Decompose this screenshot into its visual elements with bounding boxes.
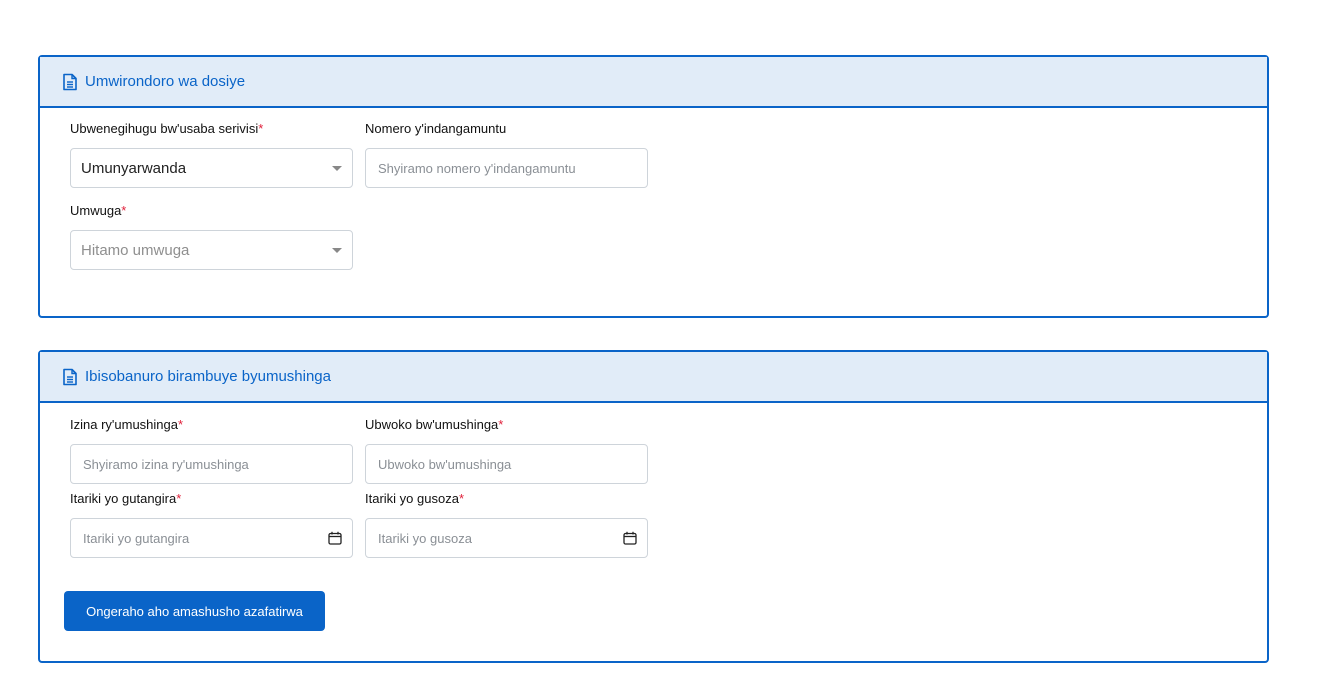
nationality-value: Umunyarwanda (81, 159, 187, 177)
add-photo-locations-button[interactable]: Ongeraho aho amashusho azafatirwa (64, 591, 325, 631)
profession-placeholder: Hitamo umwuga (81, 241, 190, 259)
id-number-placeholder: Shyiramo nomero y'indangamuntu (378, 160, 576, 176)
id-number-input[interactable]: Shyiramo nomero y'indangamuntu (365, 148, 648, 188)
start-date-input[interactable]: Itariki yo gutangira (70, 518, 353, 558)
project-name-label: Izina ry'umushinga* (70, 417, 184, 432)
calendar-icon[interactable] (623, 531, 637, 545)
required-marker: * (121, 203, 127, 218)
start-date-label: Itariki yo gutangira* (70, 491, 182, 506)
file-profile-header: Umwirondoro wa dosiye (40, 57, 1267, 108)
project-name-input[interactable]: Shyiramo izina ry'umushinga (70, 444, 353, 484)
document-icon (62, 368, 78, 386)
end-date-placeholder: Itariki yo gusoza (378, 530, 472, 546)
required-marker: * (258, 121, 264, 136)
project-type-label: Ubwoko bw'umushinga* (365, 417, 504, 432)
profession-select[interactable]: Hitamo umwuga (70, 230, 353, 270)
project-type-placeholder: Ubwoko bw'umushinga (378, 456, 512, 472)
nationality-label: Ubwenegihugu bw'usaba serivisi* (70, 121, 264, 136)
end-date-label: Itariki yo gusoza* (365, 491, 464, 506)
caret-down-icon (332, 248, 342, 253)
nationality-select[interactable]: Umunyarwanda (70, 148, 353, 188)
profession-label: Umwuga* (70, 203, 127, 218)
required-marker: * (458, 491, 464, 506)
required-marker: * (498, 417, 504, 432)
caret-down-icon (332, 166, 342, 171)
start-date-placeholder: Itariki yo gutangira (83, 530, 190, 546)
section-title: Ibisobanuro birambuye byumushinga (85, 368, 331, 385)
project-details-header: Ibisobanuro birambuye byumushinga (40, 352, 1267, 403)
required-marker: * (176, 491, 182, 506)
required-marker: * (177, 417, 184, 432)
calendar-icon[interactable] (328, 531, 342, 545)
project-details-card: Ibisobanuro birambuye byumushinga Izina … (38, 350, 1269, 663)
file-profile-card: Umwirondoro wa dosiye Ubwenegihugu bw'us… (38, 55, 1269, 318)
document-icon (62, 73, 78, 91)
id-number-label: Nomero y'indangamuntu (365, 121, 507, 136)
section-title: Umwirondoro wa dosiye (85, 73, 246, 90)
project-name-placeholder: Shyiramo izina ry'umushinga (83, 456, 249, 472)
project-type-input[interactable]: Ubwoko bw'umushinga (365, 444, 648, 484)
end-date-input[interactable]: Itariki yo gusoza (365, 518, 648, 558)
